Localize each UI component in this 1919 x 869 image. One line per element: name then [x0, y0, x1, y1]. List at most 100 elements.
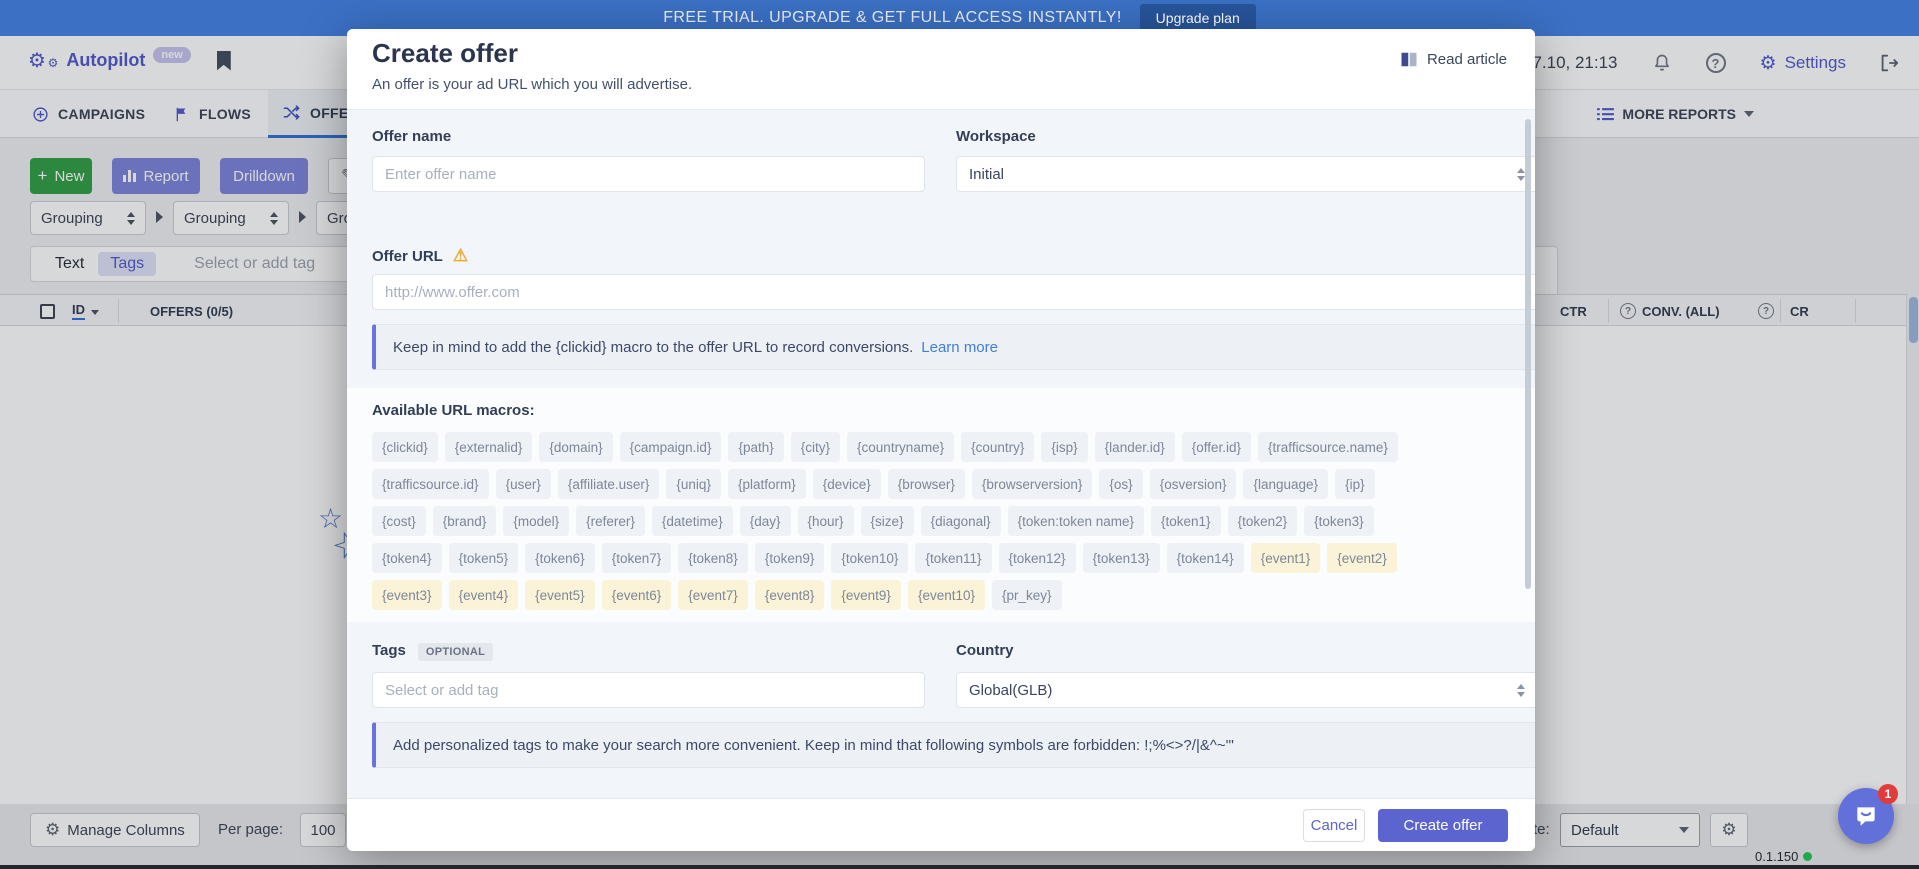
macro-chip[interactable]: {model} — [503, 506, 569, 536]
tags-note: Add personalized tags to make your searc… — [372, 722, 1535, 768]
macro-chip[interactable]: {event3} — [372, 580, 442, 610]
macro-chip[interactable]: {uniq} — [666, 469, 721, 499]
macro-chip[interactable]: {token14} — [1167, 543, 1244, 573]
upgrade-plan-button[interactable]: Upgrade plan — [1140, 4, 1256, 32]
cancel-button[interactable]: Cancel — [1303, 809, 1365, 842]
modal-subtitle: An offer is your ad URL which you will a… — [372, 76, 692, 93]
macro-chip[interactable]: {event5} — [525, 580, 595, 610]
macro-chip[interactable]: {device} — [813, 469, 881, 499]
macro-chip[interactable]: {user} — [496, 469, 551, 499]
macro-chip[interactable]: {token11} — [915, 543, 991, 573]
app-window: FREE TRIAL. UPGRADE & GET FULL ACCESS IN… — [0, 0, 1919, 869]
macro-chip[interactable]: {event4} — [449, 580, 519, 610]
tags-country-section: TagsOPTIONAL Country Global(GLB) Add per… — [347, 622, 1535, 798]
macro-chip[interactable]: {affiliate.user} — [558, 469, 660, 499]
workspace-select[interactable]: Initial — [956, 156, 1535, 192]
macro-chip[interactable]: {countryname} — [847, 432, 954, 462]
country-value: Global(GLB) — [969, 682, 1052, 699]
macro-chip[interactable]: {trafficsource.name} — [1258, 432, 1398, 462]
macro-chip[interactable]: {ip} — [1335, 469, 1375, 499]
macro-chip[interactable]: {cost} — [372, 506, 426, 536]
url-macros-section: Available URL macros: {clickid}{external… — [347, 388, 1535, 622]
read-article-link[interactable]: Read article — [1400, 51, 1507, 68]
macro-chip[interactable]: {pr_key} — [992, 580, 1062, 610]
macro-chip[interactable]: {brand} — [433, 506, 497, 536]
learn-more-link[interactable]: Learn more — [921, 339, 998, 356]
warning-icon: ⚠ — [453, 246, 468, 265]
macro-chip[interactable]: {browserversion} — [972, 469, 1093, 499]
macro-chip[interactable]: {referer} — [576, 506, 645, 536]
macro-chip[interactable]: {language} — [1243, 469, 1328, 499]
macro-chip[interactable]: {token4} — [372, 543, 442, 573]
offer-name-input[interactable] — [372, 156, 925, 192]
trial-banner-text: FREE TRIAL. UPGRADE & GET FULL ACCESS IN… — [663, 9, 1121, 27]
macro-chip[interactable]: {day} — [740, 506, 791, 536]
stepper-icon — [1517, 168, 1525, 181]
macro-chip[interactable]: {token1} — [1151, 506, 1221, 536]
clickid-note: Keep in mind to add the {clickid} macro … — [372, 324, 1535, 370]
chat-unread-badge: 1 — [1878, 784, 1898, 804]
macro-chip[interactable]: {clickid} — [372, 432, 438, 462]
macro-chip[interactable]: {offer.id} — [1182, 432, 1251, 462]
macro-chip[interactable]: {token5} — [449, 543, 519, 573]
read-article-label: Read article — [1427, 51, 1507, 68]
macro-chip[interactable]: {diagonal} — [921, 506, 1001, 536]
modal-scrollbar-thumb[interactable] — [1525, 119, 1531, 589]
macro-chip[interactable]: {platform} — [728, 469, 806, 499]
macro-chip[interactable]: {token3} — [1304, 506, 1374, 536]
chat-widget-button[interactable]: 1 — [1838, 788, 1894, 844]
version-indicator: 0.1.150 — [1755, 849, 1812, 864]
macro-chip[interactable]: {event9} — [831, 580, 901, 610]
macro-chip[interactable]: {trafficsource.id} — [372, 469, 489, 499]
tags-input[interactable] — [372, 672, 925, 708]
macro-chip[interactable]: {hour} — [798, 506, 854, 536]
chat-bubble-icon — [1853, 803, 1879, 829]
macro-chip[interactable]: {event6} — [602, 580, 672, 610]
create-offer-modal: Create offer An offer is your ad URL whi… — [347, 29, 1535, 851]
optional-badge: OPTIONAL — [418, 643, 493, 661]
workspace-label: Workspace — [956, 128, 1036, 145]
macro-chip[interactable]: {token6} — [525, 543, 595, 573]
macro-chip[interactable]: {datetime} — [652, 506, 733, 536]
macro-chip[interactable]: {event10} — [908, 580, 985, 610]
macro-chip[interactable]: {browser} — [888, 469, 965, 499]
macro-row: {event3}{event4}{event5}{event6}{event7}… — [372, 580, 1062, 610]
macro-chip[interactable]: {token10} — [831, 543, 908, 573]
modal-title: Create offer — [372, 38, 518, 69]
macro-chip[interactable]: {lander.id} — [1095, 432, 1175, 462]
macro-chip[interactable]: {osversion} — [1150, 469, 1237, 499]
country-select[interactable]: Global(GLB) — [956, 672, 1535, 708]
macro-chip[interactable]: {os} — [1099, 469, 1142, 499]
macro-chip[interactable]: {token7} — [602, 543, 672, 573]
macro-chip[interactable]: {event2} — [1327, 543, 1397, 573]
macro-chip[interactable]: {externalid} — [445, 432, 533, 462]
offer-url-input[interactable] — [372, 274, 1535, 310]
bottom-edge — [0, 865, 1919, 869]
status-dot — [1803, 852, 1812, 861]
book-icon — [1400, 52, 1418, 67]
macro-chip[interactable]: {isp} — [1041, 432, 1087, 462]
macro-chip[interactable]: {city} — [791, 432, 840, 462]
modal-header: Create offer An offer is your ad URL whi… — [347, 29, 1535, 110]
macros-label: Available URL macros: — [372, 402, 535, 419]
macro-chip[interactable]: {size} — [861, 506, 914, 536]
macro-chip[interactable]: {token13} — [1083, 543, 1160, 573]
macro-chip[interactable]: {token2} — [1228, 506, 1298, 536]
offer-basics-section: Offer name Workspace Initial Offer URL⚠ … — [347, 110, 1535, 388]
macro-chip[interactable]: {path} — [728, 432, 783, 462]
macro-chip[interactable]: {event8} — [755, 580, 825, 610]
macro-chip[interactable]: {domain} — [539, 432, 612, 462]
create-offer-button[interactable]: Create offer — [1378, 809, 1508, 842]
macro-chip[interactable]: {token9} — [755, 543, 825, 573]
clickid-note-text: Keep in mind to add the {clickid} macro … — [393, 339, 913, 356]
macro-chip[interactable]: {event1} — [1251, 543, 1321, 573]
workspace-value: Initial — [969, 166, 1004, 183]
macro-chip[interactable]: {event7} — [678, 580, 748, 610]
macro-chip[interactable]: {token8} — [678, 543, 748, 573]
macro-chip[interactable]: {country} — [961, 432, 1034, 462]
macro-chip[interactable]: {token12} — [999, 543, 1076, 573]
macro-chip[interactable]: {token:token name} — [1008, 506, 1144, 536]
modal-footer: Cancel Create offer — [347, 798, 1535, 851]
modal-content: Offer name Workspace Initial Offer URL⚠ … — [347, 110, 1535, 798]
macro-chip[interactable]: {campaign.id} — [620, 432, 722, 462]
